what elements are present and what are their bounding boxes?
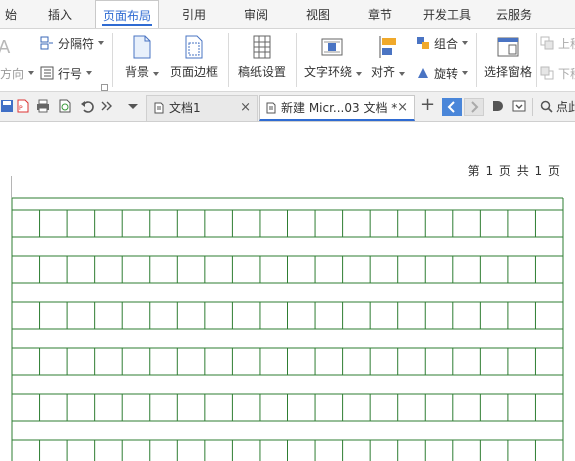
scroll-tabs-right-button[interactable] — [464, 98, 484, 116]
close-tab-icon[interactable]: × — [397, 96, 408, 120]
chevron-left-icon — [447, 101, 455, 113]
background-icon — [133, 35, 151, 59]
text-wrap-icon — [321, 38, 343, 56]
undo-icon[interactable] — [80, 99, 94, 113]
group-button[interactable]: 组合 — [416, 33, 469, 53]
tab-new-document-label: 新建 Micr...03 文档 * — [281, 101, 398, 115]
dialog-launcher-icon[interactable] — [101, 84, 108, 91]
tab-start[interactable]: 始 — [0, 0, 22, 28]
ribbon-divider — [228, 33, 229, 87]
selection-pane-button[interactable]: 选择窗格 — [482, 31, 534, 89]
close-tab-icon[interactable]: × — [240, 96, 251, 120]
text-direction-icon: A — [0, 37, 11, 58]
tab-list-icon[interactable] — [490, 99, 504, 113]
align-icon — [379, 36, 396, 58]
rotate-button[interactable]: 旋转 — [416, 63, 469, 83]
separator-button[interactable]: 分隔符 — [40, 33, 105, 53]
print-icon[interactable] — [36, 99, 50, 113]
line-number-button[interactable]: 行号 — [40, 63, 93, 83]
more-commands-icon[interactable] — [100, 99, 114, 113]
document-icon — [154, 102, 164, 114]
text-wrap-button[interactable]: 文字环绕 — [304, 31, 363, 89]
svg-text:A: A — [0, 37, 11, 58]
group-icon — [417, 37, 429, 49]
search-button[interactable]: 点此 — [540, 98, 575, 115]
toolbar-divider — [532, 98, 533, 116]
ribbon-tab-bar: 始 插入 页面布局 引用 审阅 视图 章节 开发工具 云服务 — [0, 0, 575, 28]
tab-developer-tools[interactable]: 开发工具 — [416, 0, 478, 28]
manuscript-setting-button[interactable]: 稿纸设置 — [236, 31, 288, 89]
svg-text:P: P — [19, 105, 23, 112]
page-border-button[interactable]: 页面边框 — [168, 31, 220, 89]
page-header-text[interactable]: 第 1 页 共 1 页 — [468, 162, 561, 179]
document-icon — [266, 102, 276, 114]
search-icon — [540, 100, 553, 113]
margin-corner-mark — [11, 176, 12, 198]
tab-chapter[interactable]: 章节 — [358, 0, 402, 28]
align-button[interactable]: 对齐 — [368, 31, 408, 89]
new-tab-button[interactable]: + — [420, 94, 435, 115]
ribbon-divider — [536, 33, 537, 87]
tab-page-layout[interactable]: 页面布局 — [95, 0, 159, 28]
tab-insert[interactable]: 插入 — [38, 0, 82, 28]
ribbon-divider — [296, 33, 297, 87]
save-icon[interactable] — [0, 99, 14, 113]
line-number-icon — [40, 66, 54, 80]
direction-label[interactable]: 方向 — [0, 63, 35, 83]
tab-review[interactable]: 审阅 — [234, 0, 278, 28]
bring-forward-button[interactable]: 上移 — [540, 33, 575, 53]
background-button[interactable]: 背景 — [120, 31, 164, 89]
tab-cloud-service[interactable]: 云服务 — [488, 0, 540, 28]
tab-view[interactable]: 视图 — [296, 0, 340, 28]
page-border-icon — [185, 35, 203, 59]
tab-references[interactable]: 引用 — [172, 0, 216, 28]
bring-forward-icon — [540, 36, 554, 50]
print-preview-icon[interactable] — [58, 99, 72, 113]
selection-pane-icon — [497, 37, 519, 57]
ribbon-panel: A 方向 分隔符 行号 背景 页面边框 稿纸设置 文字环绕 对齐 组合 旋转 选… — [0, 28, 575, 92]
ribbon-divider — [112, 33, 113, 87]
send-backward-icon — [540, 66, 554, 80]
tab-new-document[interactable]: 新建 Micr...03 文档 * × — [259, 95, 415, 121]
chevron-down-icon[interactable] — [126, 99, 140, 113]
separator-icon — [40, 36, 53, 50]
document-tab-bar: P 文档1 × 新建 Micr...03 文档 * × + 点此 — [0, 92, 575, 122]
rotate-icon — [418, 68, 428, 78]
manuscript-grid-icon — [253, 35, 271, 59]
send-backward-button[interactable]: 下移 — [540, 63, 575, 83]
settings-dropdown-icon[interactable] — [512, 99, 526, 113]
tab-document1[interactable]: 文档1 × — [146, 95, 258, 121]
scroll-tabs-left-button[interactable] — [442, 98, 462, 116]
pdf-export-icon[interactable]: P — [16, 99, 30, 113]
chevron-right-icon — [471, 101, 479, 113]
ribbon-divider — [476, 33, 477, 87]
tab-document1-label: 文档1 — [169, 101, 201, 115]
